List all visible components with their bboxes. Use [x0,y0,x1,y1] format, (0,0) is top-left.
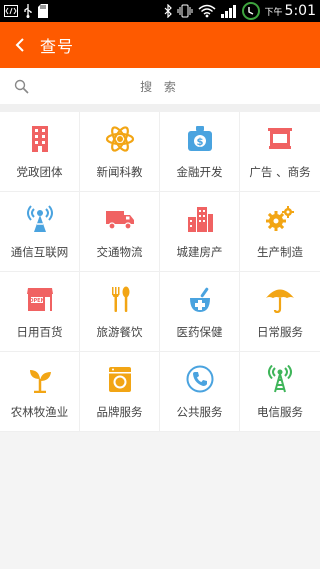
category-medicine-health[interactable]: 医药保健 [160,272,240,352]
usb-icon [23,4,33,18]
clock-icon [241,2,260,20]
billboard-icon [265,124,295,154]
category-daily-services[interactable]: 日常服务 [240,272,320,352]
status-bar: 下午 5:01 [0,0,320,22]
category-label: 旅游餐饮 [96,325,143,339]
category-label: 生产制造 [257,245,303,259]
status-clock: 5:01 [284,3,316,19]
truck-icon [105,204,135,234]
category-label: 交通物流 [96,245,143,259]
category-party-groups[interactable]: 党政团体 [0,112,80,192]
category-news-education[interactable]: 新闻科教 [80,112,160,192]
sd-card-icon [38,4,48,18]
back-arrow-icon [15,38,24,52]
antenna-icon [25,204,55,234]
status-right: 下午 5:01 [164,2,316,20]
status-ampm: 下午 [264,8,283,18]
category-label: 通信互联网 [10,245,69,259]
category-label: 日用百货 [16,325,63,339]
status-time: 下午 5:01 [265,3,316,19]
category-label: 农林牧渔业 [10,405,69,419]
signal-icon [220,4,237,18]
category-label: 品牌服务 [96,405,143,419]
search-input[interactable]: 搜 索 [0,68,320,104]
category-label: 公共服务 [176,405,223,419]
sprout-icon [25,364,55,394]
category-label: 党政团体 [16,165,63,179]
category-grid: 党政团体 新闻科教 $ 金融开发 广告 、商务 通信互联网 交通物流 城建房产 … [0,112,320,432]
building-icon [25,124,55,154]
category-agriculture[interactable]: 农林牧渔业 [0,352,80,432]
category-telecom-internet[interactable]: 通信互联网 [0,192,80,272]
search-section: 搜 索 [0,68,320,112]
category-label: 金融开发 [176,165,223,179]
atom-icon [105,124,135,154]
category-advertising[interactable]: 广告 、商务 [240,112,320,192]
money-bag-icon: $ [185,124,215,154]
code-icon [4,4,18,18]
category-label: 广告 、商务 [249,165,311,179]
category-finance[interactable]: $ 金融开发 [160,112,240,192]
category-telecom-services[interactable]: 电信服务 [240,352,320,432]
category-transport-logistics[interactable]: 交通物流 [80,192,160,272]
medicine-icon [185,284,215,314]
category-manufacturing[interactable]: 生产制造 [240,192,320,272]
phone-icon [185,364,215,394]
svg-text:OPEN: OPEN [29,298,45,304]
bluetooth-icon [164,4,172,18]
fork-spoon-icon [105,284,135,314]
category-public-services[interactable]: 公共服务 [160,352,240,432]
umbrella-icon [265,284,295,314]
search-placeholder: 搜 索 [140,79,180,94]
status-left [4,4,48,18]
empty-area [0,432,320,569]
page-title: 查号 [40,37,75,56]
wifi-icon [198,4,216,18]
tower-icon [265,364,295,394]
svg-text:$: $ [196,137,203,148]
category-label: 电信服务 [257,405,303,419]
category-label: 城建房产 [176,245,223,259]
category-daily-goods[interactable]: OPEN 日用百货 [0,272,80,352]
category-label: 日常服务 [257,325,303,339]
washer-icon [105,364,135,394]
vibrate-icon [177,4,193,18]
gears-icon [265,204,295,234]
city-icon [185,204,215,234]
category-travel-dining[interactable]: 旅游餐饮 [80,272,160,352]
back-button[interactable] [0,22,40,68]
search-icon [12,77,30,95]
shop-icon: OPEN [25,284,55,314]
category-label: 医药保健 [176,325,223,339]
category-label: 新闻科教 [96,165,143,179]
category-brand-services[interactable]: 品牌服务 [80,352,160,432]
category-real-estate[interactable]: 城建房产 [160,192,240,272]
app-bar: 查号 [0,22,320,68]
